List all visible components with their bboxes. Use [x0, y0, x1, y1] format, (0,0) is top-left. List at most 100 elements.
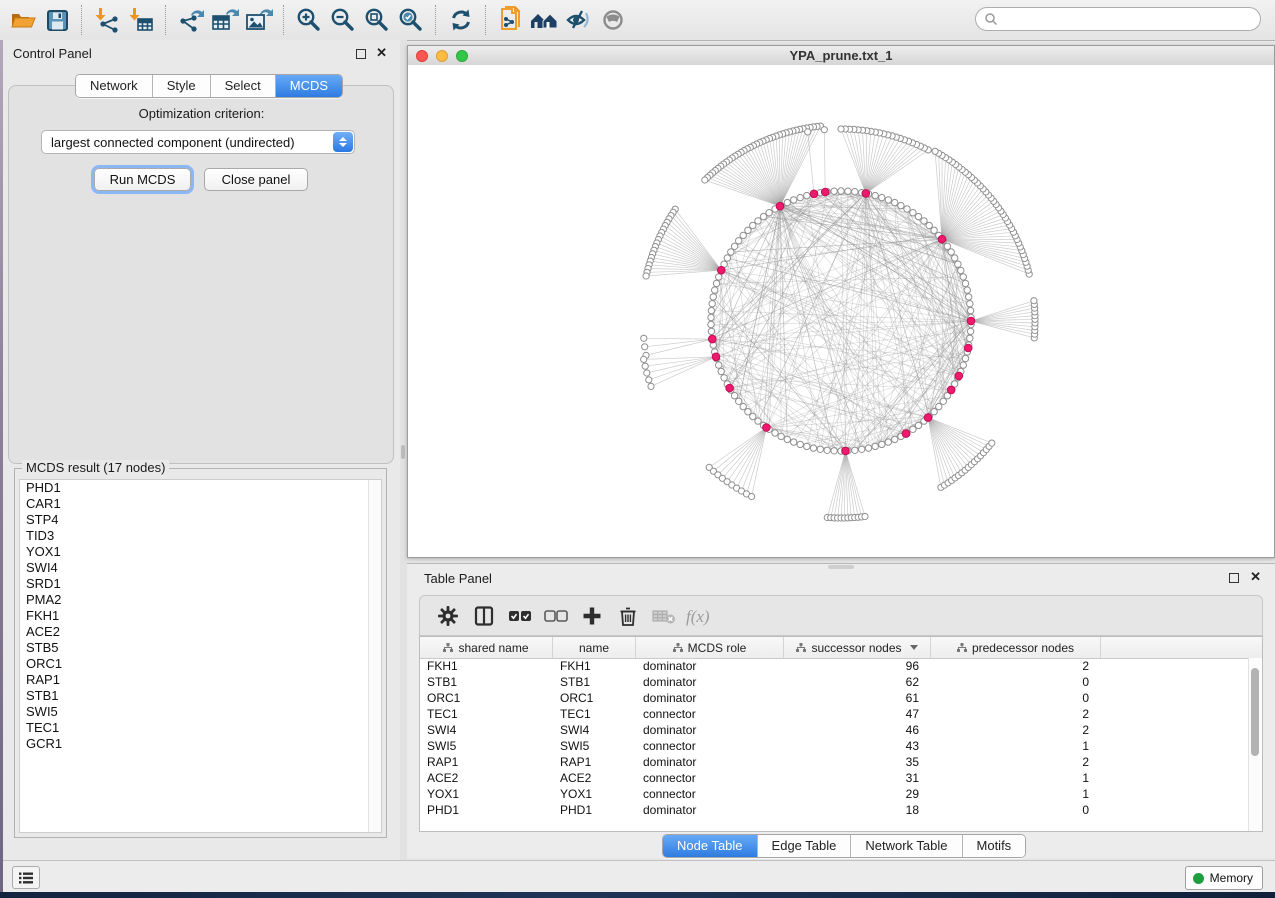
- toolbar-separator: [165, 5, 167, 35]
- table-row[interactable]: YOX1YOX1connector291: [420, 787, 1262, 803]
- zoom-out-icon[interactable]: [326, 5, 360, 35]
- search-box[interactable]: [975, 7, 1261, 31]
- mcds-list-scrollbar[interactable]: [368, 480, 381, 832]
- mcds-result-item[interactable]: SWI5: [20, 704, 381, 720]
- table-scrollbar[interactable]: [1248, 658, 1262, 831]
- mcds-result-item[interactable]: ACE2: [20, 624, 381, 640]
- mcds-result-item[interactable]: TEC1: [20, 720, 381, 736]
- mcds-result-item[interactable]: ORC1: [20, 656, 381, 672]
- unselect-all-icon[interactable]: [538, 601, 574, 631]
- cell-role: dominator: [636, 675, 784, 691]
- cell-succ: 96: [784, 659, 931, 675]
- horizontal-splitter-grip[interactable]: [828, 565, 854, 569]
- export-image-icon[interactable]: [242, 5, 276, 35]
- tab-motifs[interactable]: Motifs: [963, 835, 1026, 857]
- table-settings-icon[interactable]: [430, 601, 466, 631]
- cell-pred: 1: [931, 771, 1101, 787]
- mcds-result-item[interactable]: CAR1: [20, 496, 381, 512]
- mcds-result-item[interactable]: FKH1: [20, 608, 381, 624]
- control-panel: Control Panel ✕ NetworkStyleSelectMCDS O…: [3, 40, 400, 860]
- mcds-result-item[interactable]: PHD1: [20, 480, 381, 496]
- add-row-icon[interactable]: [574, 601, 610, 631]
- export-table-icon[interactable]: [208, 5, 242, 35]
- column-header-shared[interactable]: shared name: [420, 637, 553, 658]
- tab-node-table[interactable]: Node Table: [663, 835, 758, 857]
- mcds-result-list[interactable]: PHD1CAR1STP4TID3YOX1SWI4SRD1PMA2FKH1ACE2…: [19, 479, 382, 833]
- table-row[interactable]: PHD1PHD1dominator180: [420, 803, 1262, 819]
- import-table-icon[interactable]: [124, 5, 158, 35]
- column-header-name[interactable]: name: [553, 637, 636, 658]
- show-graphics-details-icon[interactable]: [596, 5, 630, 35]
- mcds-result-item[interactable]: STP4: [20, 512, 381, 528]
- cell-role: connector: [636, 739, 784, 755]
- network-view-canvas[interactable]: [408, 65, 1274, 557]
- refresh-icon[interactable]: [444, 5, 478, 35]
- show-column-icon[interactable]: [466, 601, 502, 631]
- open-file-icon[interactable]: [6, 5, 40, 35]
- network-window-titlebar[interactable]: YPA_prune.txt_1: [408, 46, 1274, 66]
- table-scrollbar-thumb[interactable]: [1251, 668, 1259, 756]
- table-row[interactable]: SWI4SWI4dominator462: [420, 723, 1262, 739]
- close-panel-icon[interactable]: ✕: [376, 45, 387, 61]
- mcds-result-item[interactable]: YOX1: [20, 544, 381, 560]
- memory-button[interactable]: Memory: [1185, 866, 1263, 890]
- column-header-role[interactable]: MCDS role: [636, 637, 784, 658]
- optimization-criterion-dropdown[interactable]: largest connected component (undirected): [41, 130, 355, 154]
- import-network-icon[interactable]: [90, 5, 124, 35]
- mcds-result-item[interactable]: RAP1: [20, 672, 381, 688]
- tab-network[interactable]: Network: [76, 75, 153, 97]
- mcds-result-item[interactable]: SWI4: [20, 560, 381, 576]
- close-table-panel-icon[interactable]: ✕: [1250, 569, 1261, 585]
- table-row[interactable]: FKH1FKH1dominator962: [420, 659, 1262, 675]
- select-all-icon[interactable]: [502, 601, 538, 631]
- sort-desc-icon: [910, 645, 918, 650]
- export-network-icon[interactable]: [174, 5, 208, 35]
- mcds-result-item[interactable]: GCR1: [20, 736, 381, 752]
- mcds-result-item[interactable]: TID3: [20, 528, 381, 544]
- tab-select[interactable]: Select: [211, 75, 276, 97]
- cell-role: connector: [636, 707, 784, 723]
- table-row[interactable]: ACE2ACE2connector311: [420, 771, 1262, 787]
- vertical-splitter[interactable]: [400, 40, 407, 860]
- column-header-succ[interactable]: successor nodes: [784, 637, 931, 658]
- float-panel-icon[interactable]: [356, 49, 366, 59]
- function-builder-icon[interactable]: f(x): [682, 601, 718, 631]
- float-table-panel-icon[interactable]: [1229, 573, 1239, 583]
- cell-pred: 0: [931, 675, 1101, 691]
- mcds-result-item[interactable]: STB5: [20, 640, 381, 656]
- mcds-result-item[interactable]: SRD1: [20, 576, 381, 592]
- cell-shared: ACE2: [420, 771, 553, 787]
- cell-role: connector: [636, 771, 784, 787]
- close-panel-button[interactable]: Close panel: [204, 168, 308, 191]
- delete-row-icon[interactable]: [610, 601, 646, 631]
- table-row[interactable]: TEC1TEC1connector472: [420, 707, 1262, 723]
- table-row[interactable]: ORC1ORC1dominator610: [420, 691, 1262, 707]
- table-row[interactable]: SWI5SWI5connector431: [420, 739, 1262, 755]
- tab-network-table[interactable]: Network Table: [851, 835, 962, 857]
- delete-table-icon[interactable]: [646, 601, 682, 631]
- dropdown-stepper-icon: [333, 132, 353, 152]
- zoom-in-icon[interactable]: [292, 5, 326, 35]
- zoom-selected-icon[interactable]: [394, 5, 428, 35]
- hide-graphics-details-icon[interactable]: [562, 5, 596, 35]
- mcds-result-item[interactable]: PMA2: [20, 592, 381, 608]
- mcds-result-title: MCDS result (17 nodes): [22, 460, 169, 475]
- zoom-fit-icon[interactable]: [360, 5, 394, 35]
- task-history-button[interactable]: [12, 866, 40, 889]
- mcds-result-item[interactable]: STB1: [20, 688, 381, 704]
- cell-shared: TEC1: [420, 707, 553, 723]
- cell-succ: 18: [784, 803, 931, 819]
- svg-text:f(x): f(x): [686, 607, 710, 626]
- save-session-icon[interactable]: [40, 5, 74, 35]
- table-row[interactable]: STB1STB1dominator620: [420, 675, 1262, 691]
- search-input[interactable]: [1003, 11, 1260, 27]
- table-row[interactable]: RAP1RAP1dominator352: [420, 755, 1262, 771]
- legend-creator-icon[interactable]: [528, 5, 562, 35]
- share-network-icon[interactable]: [494, 5, 528, 35]
- tab-style[interactable]: Style: [153, 75, 211, 97]
- tab-mcds[interactable]: MCDS: [276, 75, 342, 97]
- tab-edge-table[interactable]: Edge Table: [758, 835, 852, 857]
- column-header-pred[interactable]: predecessor nodes: [931, 637, 1101, 658]
- run-mcds-button[interactable]: Run MCDS: [94, 168, 191, 191]
- cell-name: FKH1: [553, 659, 636, 675]
